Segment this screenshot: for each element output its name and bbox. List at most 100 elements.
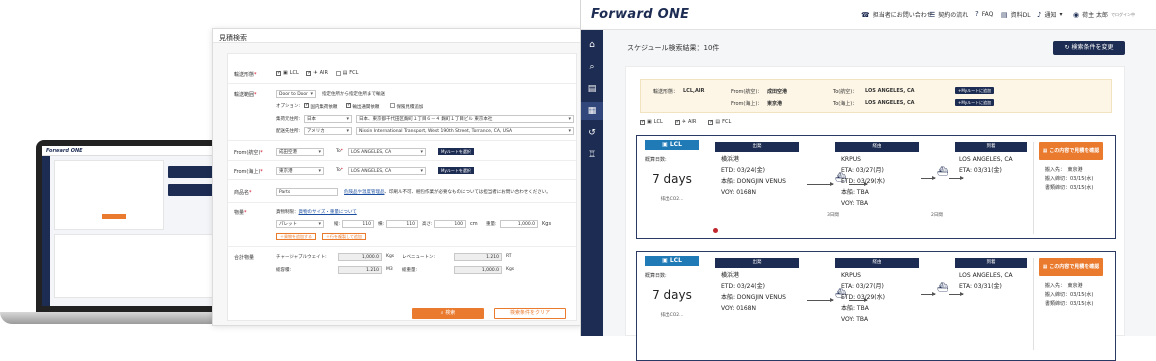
my-route-air-button[interactable]: Myルートを選択 — [438, 148, 474, 155]
divider — [1033, 142, 1034, 234]
checkbox-checked-icon — [346, 102, 351, 108]
sidebar: ⌂ ⌕ ▤ ▦ ↺ ♖ — [581, 30, 603, 336]
divider — [228, 202, 576, 203]
chevron-down-icon: ▾ — [1059, 11, 1063, 18]
dangerous-goods-link[interactable]: 危険品や温度管理品 — [344, 190, 385, 195]
mode-lcl-checkbox[interactable]: ▣LCL — [276, 70, 299, 76]
container-icon: ▤ — [715, 119, 721, 125]
checkbox-checked-icon — [674, 119, 680, 125]
co2-label: 排出CO2... — [660, 197, 684, 202]
goods-name-input[interactable]: Parts — [276, 188, 338, 196]
option-domestic-pickup[interactable]: 国内集荷依頼 — [304, 102, 337, 110]
width-input[interactable]: 110 — [386, 220, 418, 228]
days-value: 7 days — [652, 288, 692, 302]
nav-faq[interactable]: ? FAQ — [975, 10, 993, 18]
nav-notifications[interactable]: ♪ 通知 ▾ — [1037, 10, 1063, 20]
laptop-logo: Forward ONE — [46, 147, 83, 154]
gross-weight-unit: Kgs — [506, 267, 515, 272]
arrival-header: 到着 — [955, 142, 1027, 152]
box-icon: ▣ — [283, 70, 288, 76]
nav-documents[interactable]: ▤ 資料DL — [1001, 10, 1031, 20]
checkbox-checked-icon — [640, 119, 645, 125]
option-export-customs[interactable]: 輸出通関依頼 — [346, 102, 379, 110]
filter-air-checkbox[interactable]: ✈AIR — [674, 119, 696, 125]
box-icon: ▣ — [662, 257, 668, 264]
add-cargo-button[interactable]: ＋貨物を追加する — [276, 233, 316, 240]
cargo-size-link[interactable]: 貨物のサイズ・重量について — [299, 210, 357, 215]
co2-label: 排出CO2... — [660, 313, 684, 318]
list-icon[interactable]: ▤ — [581, 80, 603, 98]
filter-fcl-checkbox[interactable]: ▤FCL — [708, 119, 731, 125]
change-conditions-button[interactable]: ↻ 検索条件を変更 — [1053, 41, 1125, 55]
mode-fcl-checkbox[interactable]: ▤ FCL — [335, 70, 358, 76]
divider — [228, 179, 576, 180]
duplicate-row-button[interactable]: ＋行を複製して追加 — [322, 233, 366, 240]
schedule-results-window: Forward ONE ☎ 担当者にお問い合わせ ☰ 契約の流れ ? FAQ ▤ 資料D… — [580, 0, 1156, 361]
route-arrow — [921, 176, 936, 180]
laptop-search-button-preview — [102, 214, 126, 219]
divider — [1033, 258, 1034, 350]
departure-header: 出発 — [715, 258, 799, 268]
headset-icon: ☎ — [861, 10, 870, 19]
chargeable-weight-unit: Kgs — [386, 254, 395, 259]
clear-conditions-button[interactable]: 検索条件をクリア — [494, 308, 566, 319]
options-label: オプション: — [276, 104, 301, 109]
mode-air-checkbox[interactable]: ✈AIR — [306, 70, 328, 76]
option-insurance[interactable]: 保険見積追加 — [390, 103, 423, 110]
warehouse-icon[interactable]: ♖ — [581, 146, 603, 164]
user-icon: ◉ — [1073, 10, 1080, 19]
user-login-status: でログイン中 — [1111, 11, 1136, 17]
to-sea-select[interactable]: LOS ANGELES, CA — [348, 167, 426, 175]
schedule-card: ▣ LCL 概算日数: 7 days 排出CO2... 出発 横浜港 ETD: … — [636, 251, 1116, 361]
plane-icon: ✈ — [681, 119, 686, 125]
from-sea-select[interactable]: 東京港 — [276, 167, 324, 175]
app-logo[interactable]: Forward ONE — [591, 7, 689, 22]
shipper-address-select[interactable]: 日本、東京都千代田区麹町１丁目６－４ 麹町１丁目ビル 東京本社 — [356, 115, 574, 123]
ship-icon: ⛴ — [937, 283, 949, 293]
mode-filters: ▣LCL ✈AIR ▤FCL — [640, 119, 737, 125]
shipper-country-select[interactable]: 日本 — [304, 115, 352, 123]
height-input[interactable]: 100 — [434, 220, 466, 228]
to-air-select[interactable]: LOS ANGELES, CA — [348, 148, 426, 156]
top-bar: Forward ONE ☎ 担当者にお問い合わせ ☰ 契約の流れ ? FAQ ▤ 資料D… — [581, 0, 1156, 30]
weight-input[interactable]: 1,000.0 — [500, 220, 538, 228]
calculator-icon: ▦ — [1042, 264, 1048, 270]
my-route-sea-button[interactable]: Myルートを選択 — [438, 167, 474, 174]
arrival-details: LOS ANGELES, CA ETA: 03/31(金) — [959, 156, 1013, 174]
confirm-quote-button[interactable]: ▦ この内容で見積を確認 — [1039, 258, 1103, 276]
filter-lcl-checkbox[interactable]: ▣LCL — [640, 119, 663, 125]
add-my-route-sea-button[interactable]: +Myルートに追加 — [955, 99, 995, 106]
length-input[interactable]: 110 — [342, 220, 374, 228]
add-my-route-air-button[interactable]: +Myルートに追加 — [955, 87, 995, 94]
nav-user-menu[interactable]: ◉ 荷主 太郎 でログイン中 — [1073, 10, 1136, 20]
nav-contact[interactable]: ☎ 担当者にお問い合わせ — [861, 10, 933, 20]
nav-contract-flow[interactable]: ☰ 契約の流れ — [929, 10, 968, 20]
transport-mode-label: 輸送形態 — [234, 72, 255, 78]
results-list: 輸送形態： LCL,AIR From(航空)： 成田空港 From(海上)： 東… — [625, 66, 1125, 361]
laptop-app-preview: Forward ONE — [42, 146, 238, 306]
days-label: 概算日数: — [645, 273, 667, 279]
consignee-country-select[interactable]: アメリカ — [304, 127, 352, 135]
summary-from-sea-value: 東京港 — [767, 101, 783, 107]
confirm-quote-button[interactable]: ▦ この内容で見積を確認 — [1039, 142, 1103, 160]
range-label: 輸送範囲 — [234, 92, 255, 98]
history-icon[interactable]: ↺ — [581, 124, 603, 142]
shipper-label: 集荷元住所: — [276, 117, 301, 122]
checkbox-checked-icon — [708, 119, 714, 125]
departure-header: 出発 — [715, 142, 799, 152]
range-select[interactable]: Door to Door — [276, 90, 316, 98]
search-button[interactable]: ⌕ 検索 — [412, 308, 484, 319]
consignee-address-select[interactable]: Nissin International Transport, West 190… — [356, 127, 574, 135]
search-icon[interactable]: ⌕ — [581, 58, 603, 76]
route-arrow — [807, 298, 834, 302]
chargeable-weight-label: チャージャブルウェイト: — [276, 255, 327, 260]
plane-icon: ✈ — [313, 70, 318, 76]
via-details: KRPUS ETA: 03/27(月) ETD: 03/29(水) 本船: TB… — [841, 156, 885, 207]
from-air-select[interactable]: 成田空港 — [276, 148, 324, 156]
summary-mode-label: 輸送形態： — [653, 89, 679, 95]
search-form: 輸送形態* ▣LCL ✈AIR ▤FCL 輸送範囲* Door to Door … — [227, 53, 577, 321]
calendar-icon[interactable]: ▦ — [581, 102, 603, 120]
volume-unit: M3 — [386, 267, 393, 272]
package-type-select[interactable]: パレット — [276, 220, 324, 228]
home-icon[interactable]: ⌂ — [581, 36, 603, 54]
